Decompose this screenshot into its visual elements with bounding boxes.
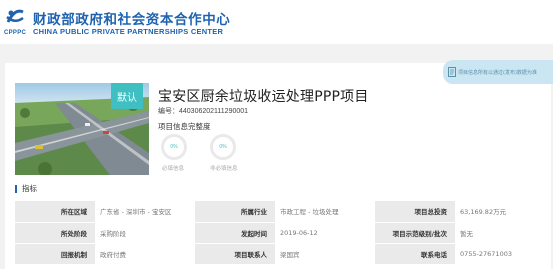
logo-text: CPPPC xyxy=(4,30,27,36)
indicator-table: 所在区域 广东省 - 深圳市 - 宝安区 所属行业 市政工程 - 垃圾处理 项目… xyxy=(15,201,548,265)
region-label: 所在区域 xyxy=(15,201,95,223)
investment-label: 项目总投资 xyxy=(375,201,455,223)
return-mechanism-value: 政府付费 xyxy=(95,243,195,265)
optional-info-label: 非必填信息 xyxy=(210,166,238,172)
region-value: 广东省 - 深圳市 - 宝安区 xyxy=(95,201,195,223)
required-info-ring: 0% xyxy=(161,134,187,160)
required-percent: 0% xyxy=(170,144,178,150)
investment-value: 63,169.82万元 xyxy=(455,201,548,223)
site-header: CPPPC 财政部政府和社会资本合作中心 CHINA PUBLIC PRIVAT… xyxy=(0,0,553,44)
start-date-label: 发起时间 xyxy=(195,222,275,244)
return-mechanism-label: 回报机制 xyxy=(15,243,95,265)
org-name-en: CHINA PUBLIC PRIVATE PARTNERSHIPS CENTER xyxy=(33,27,224,36)
indicators-heading: 指标 xyxy=(15,185,37,193)
notice-text: 项目信息所有以通过(发布)数据为准 xyxy=(458,69,537,76)
default-badge: 默认 xyxy=(111,83,143,109)
contact-label: 项目联系人 xyxy=(195,243,275,265)
project-title: 宝安区厨余垃圾收运处理PPP项目 xyxy=(158,89,369,105)
project-image: 默认 xyxy=(15,83,149,175)
completeness-title: 项目信息完整度 xyxy=(158,122,211,131)
stage-label: 所处阶段 xyxy=(15,222,95,244)
demo-level-value: 暂无 xyxy=(455,222,548,244)
industry-value: 市政工程 - 垃圾处理 xyxy=(275,201,375,223)
phone-value: 0755-27671003 xyxy=(455,243,548,265)
cpppc-logo-icon[interactable] xyxy=(4,6,26,28)
phone-label: 联系电话 xyxy=(375,243,455,265)
required-info-label: 必填信息 xyxy=(162,166,185,172)
start-date-value: 2019-06-12 xyxy=(275,222,375,244)
table-row: 回报机制 政府付费 项目联系人 梁国宾 联系电话 0755-27671003 xyxy=(15,243,548,265)
contact-value: 梁国宾 xyxy=(275,243,375,265)
industry-label: 所属行业 xyxy=(195,201,275,223)
document-icon xyxy=(448,67,456,77)
table-row: 所在区域 广东省 - 深圳市 - 宝安区 所属行业 市政工程 - 垃圾处理 项目… xyxy=(15,201,548,223)
project-code: 编号：44030620211129000​1 xyxy=(158,108,249,115)
info-notice-tab[interactable]: 项目信息所有以通过(发布)数据为准 xyxy=(443,60,553,84)
demo-level-label: 项目示范级别/批次 xyxy=(375,222,455,244)
optional-percent: 0% xyxy=(219,144,227,150)
optional-info-ring: 0% xyxy=(210,134,236,160)
table-row: 所处阶段 采购阶段 发起时间 2019-06-12 项目示范级别/批次 暂无 xyxy=(15,222,548,244)
project-card: 默认 宝安区厨余垃圾收运处理PPP项目 编号：44030620211129000… xyxy=(5,60,553,269)
stage-value: 采购阶段 xyxy=(95,222,195,244)
org-name-cn[interactable]: 财政部政府和社会资本合作中心 xyxy=(33,8,230,28)
